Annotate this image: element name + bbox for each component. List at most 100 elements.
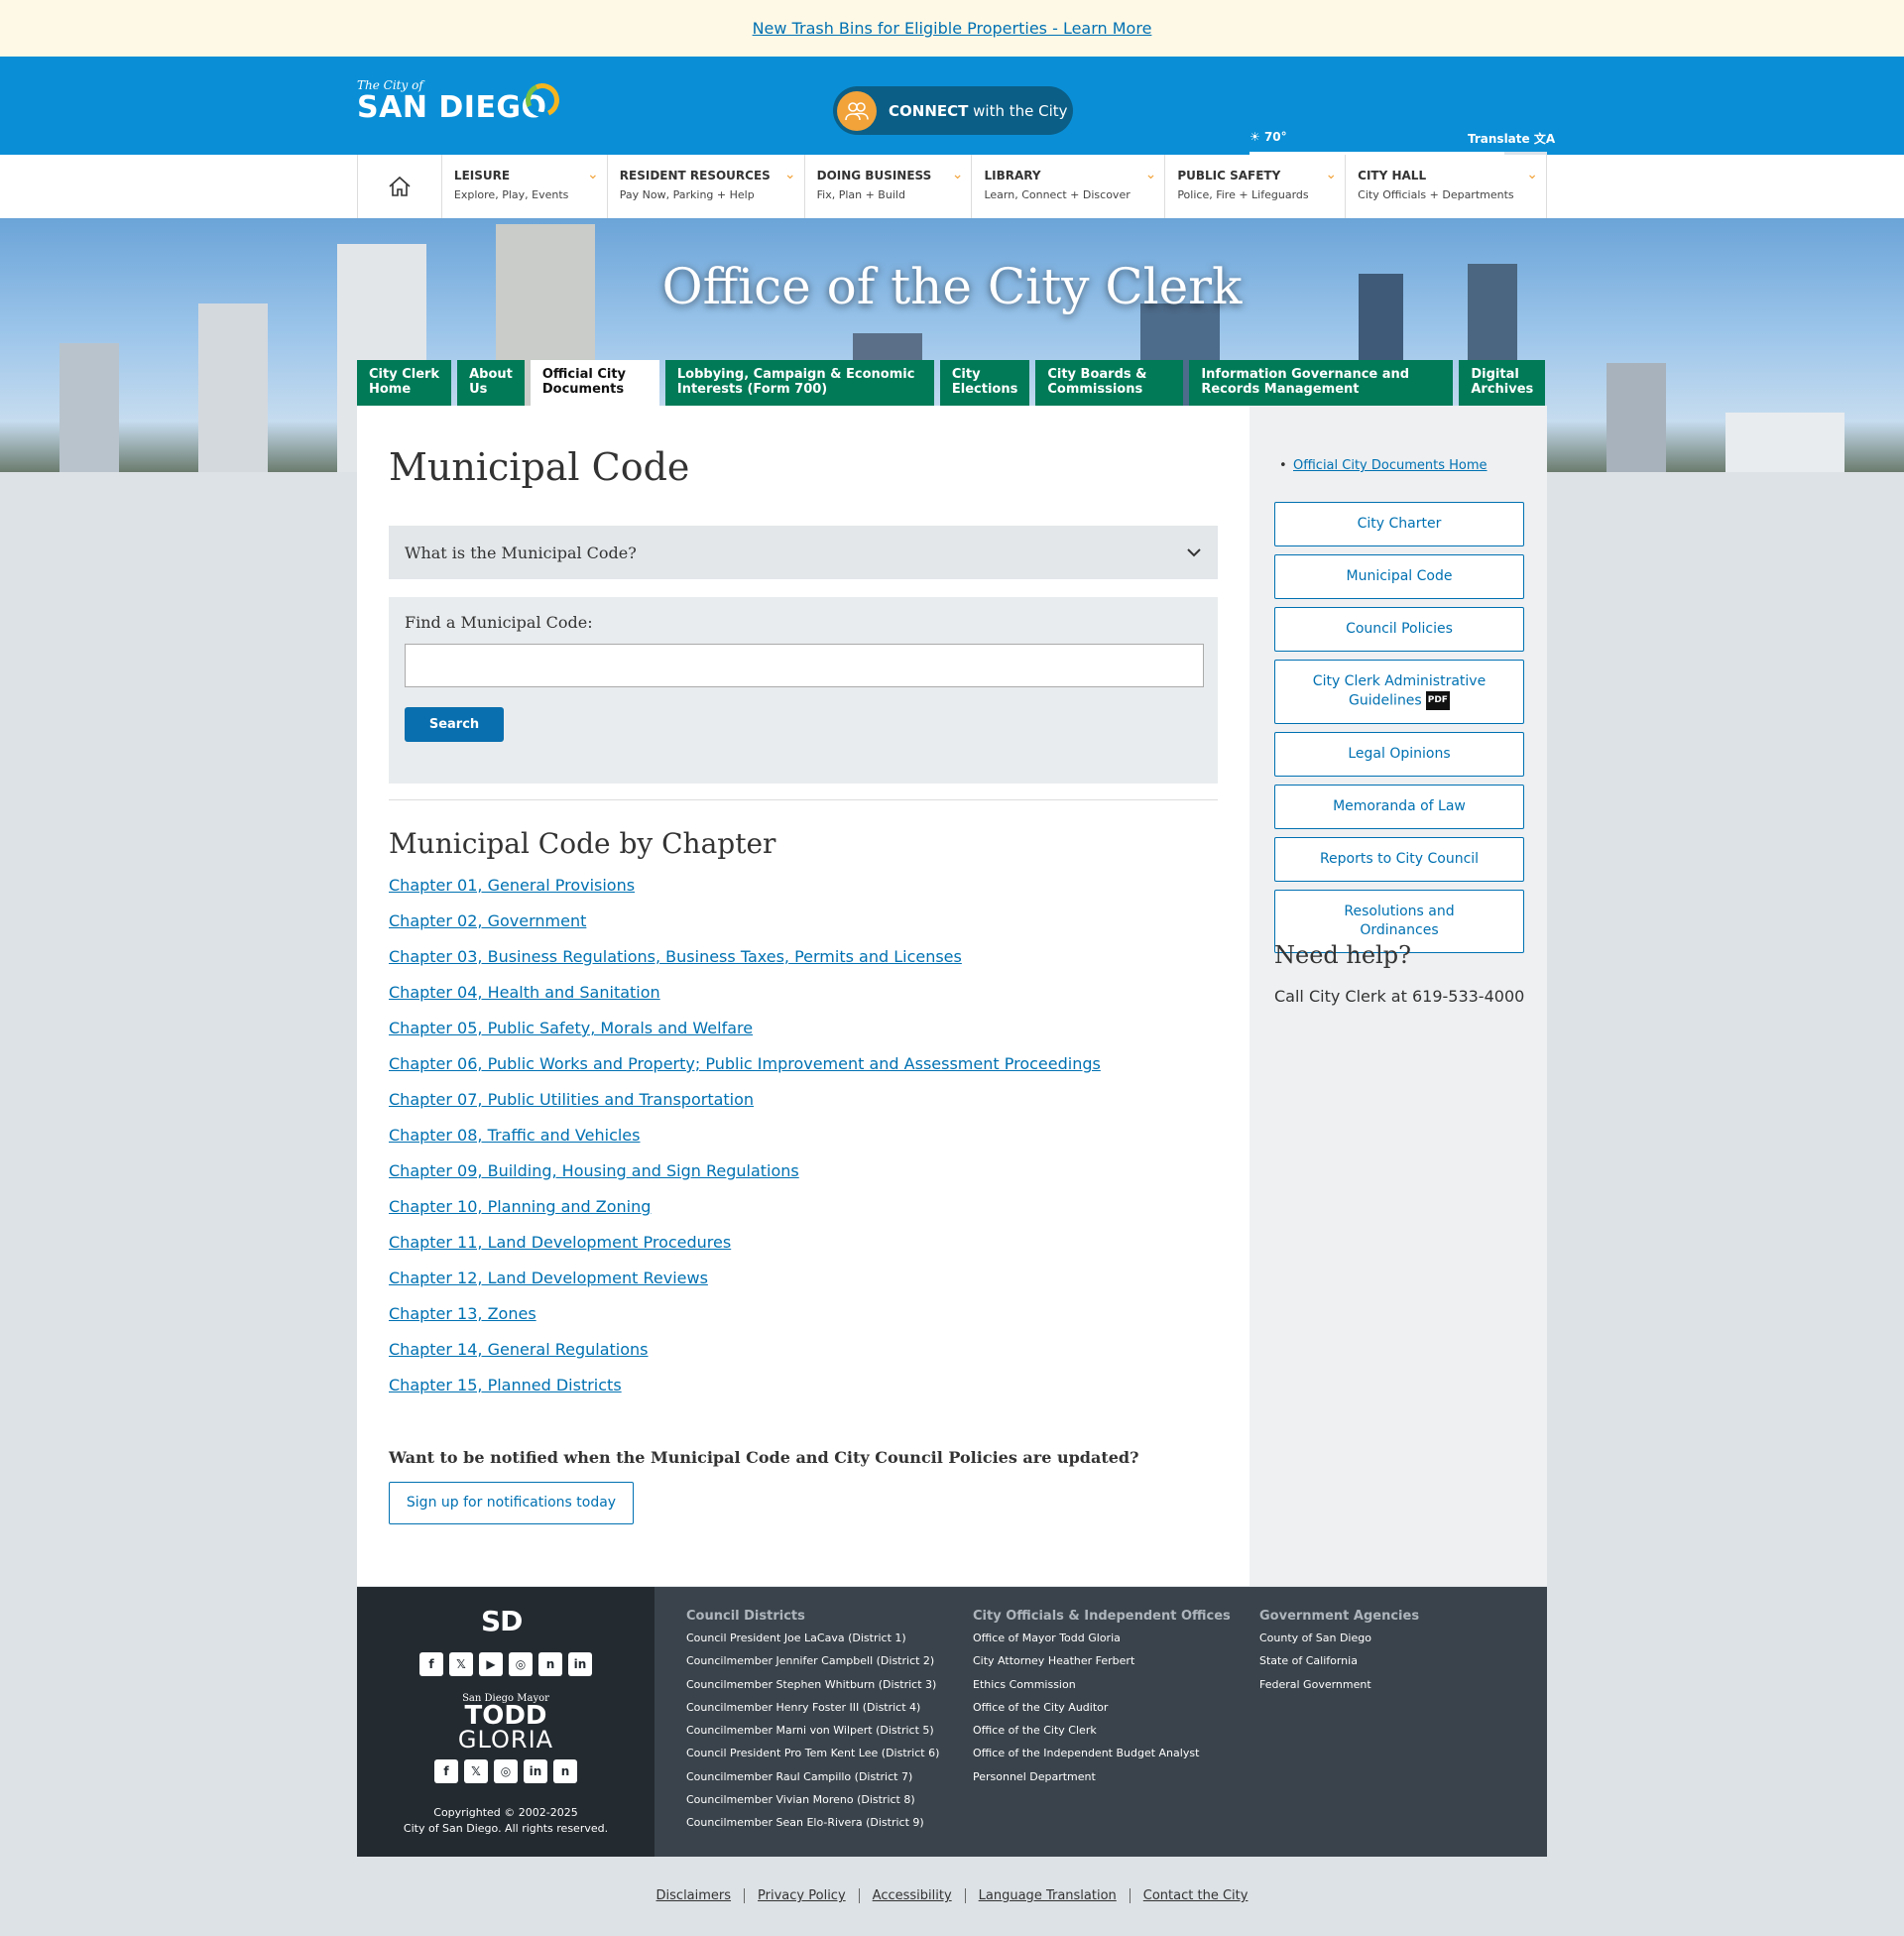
footer-link[interactable]: Councilmember Henry Foster III (District… (686, 1701, 939, 1724)
municipal-code-finder: Find a Municipal Code: Search (389, 597, 1218, 784)
list-item: Chapter 10, Planning and Zoning (389, 1197, 1101, 1233)
tab-information-governance[interactable]: Information Governance and Records Manage… (1189, 360, 1454, 406)
admin-guidelines-button[interactable]: City Clerk Administrative Guidelines PDF (1274, 660, 1524, 724)
youtube-icon[interactable]: ▶ (479, 1652, 503, 1676)
chapter-link[interactable]: Chapter 01, General Provisions (389, 876, 635, 895)
x-icon[interactable]: 𝕏 (449, 1652, 473, 1676)
chapter-link[interactable]: Chapter 15, Planned Districts (389, 1376, 622, 1394)
facebook-icon[interactable]: f (419, 1652, 443, 1676)
footer-col-council-districts: Council Districts Council President Joe … (686, 1609, 939, 1840)
chapter-link[interactable]: Chapter 14, General Regulations (389, 1340, 649, 1359)
footer-link[interactable]: Councilmember Sean Elo-Rivera (District … (686, 1816, 939, 1839)
tab-official-city-documents[interactable]: Official City Documents (530, 360, 659, 406)
nextdoor-icon[interactable]: n (538, 1652, 562, 1676)
language-translation-link[interactable]: Language Translation (966, 1888, 1130, 1903)
tab-city-clerk-home[interactable]: City Clerk Home (357, 360, 452, 406)
translate-button[interactable]: Translate 文A (1468, 130, 1555, 147)
footer-link[interactable]: City Attorney Heather Ferbert (973, 1654, 1231, 1677)
sidebar-home-item: Official City Documents Home (1279, 458, 1488, 473)
footer-link[interactable]: Ethics Commission (973, 1678, 1231, 1701)
home-button[interactable] (358, 155, 442, 218)
chapter-link[interactable]: Chapter 11, Land Development Procedures (389, 1233, 731, 1252)
chapter-link[interactable]: Chapter 02, Government (389, 911, 586, 930)
footer-link[interactable]: State of California (1259, 1654, 1419, 1677)
tab-lobbying[interactable]: Lobbying, Campaign & Economic Interests (… (664, 360, 934, 406)
accordion-what-is-municipal-code[interactable]: What is the Municipal Code? (389, 526, 1218, 579)
chapter-heading: Municipal Code by Chapter (389, 827, 776, 860)
translate-icon: 文A (1533, 132, 1556, 146)
skyline-building (1726, 413, 1844, 472)
list-item: Chapter 04, Health and Sanitation (389, 983, 1101, 1019)
alert-link[interactable]: New Trash Bins for Eligible Properties -… (753, 19, 1152, 38)
need-help-heading: Need help? (1274, 941, 1411, 969)
chapter-link[interactable]: Chapter 04, Health and Sanitation (389, 983, 660, 1002)
municipal-code-button[interactable]: Municipal Code (1274, 554, 1524, 599)
bottom-links: Disclaimers Privacy Policy Accessibility… (0, 1888, 1904, 1903)
city-charter-button[interactable]: City Charter (1274, 502, 1524, 546)
nav-library[interactable]: LIBRARY Learn, Connect + Discover ⌄ (972, 155, 1166, 218)
footer-link[interactable]: Council President Joe LaCava (District 1… (686, 1632, 939, 1654)
footer-link[interactable]: Councilmember Raul Campillo (District 7) (686, 1770, 939, 1793)
nav-leisure[interactable]: LEISURE Explore, Play, Events ⌄ (442, 155, 608, 218)
chapter-link[interactable]: Chapter 05, Public Safety, Morals and We… (389, 1019, 753, 1037)
instagram-icon[interactable]: ◎ (494, 1759, 518, 1783)
nav-public-safety[interactable]: PUBLIC SAFETY Police, Fire + Lifeguards … (1165, 155, 1347, 218)
footer-link[interactable]: Council President Pro Tem Kent Lee (Dist… (686, 1747, 939, 1769)
contact-city-link[interactable]: Contact the City (1130, 1888, 1261, 1903)
nav-resident-resources[interactable]: RESIDENT RESOURCES Pay Now, Parking + He… (608, 155, 805, 218)
tab-city-boards[interactable]: City Boards & Commissions (1035, 360, 1184, 406)
nav-doing-business[interactable]: DOING BUSINESS Fix, Plan + Build ⌄ (805, 155, 973, 218)
nextdoor-icon[interactable]: n (553, 1759, 577, 1783)
nav-city-hall[interactable]: CITY HALL City Officials + Departments ⌄ (1346, 155, 1547, 218)
footer-link[interactable]: Personnel Department (973, 1770, 1231, 1793)
footer-link[interactable]: County of San Diego (1259, 1632, 1419, 1654)
connect-button[interactable]: CONNECT with the City (833, 86, 1073, 135)
home-icon (389, 176, 411, 196)
memoranda-button[interactable]: Memoranda of Law (1274, 784, 1524, 829)
instagram-icon[interactable]: ◎ (509, 1652, 533, 1676)
list-item: Chapter 02, Government (389, 911, 1101, 947)
list-item: Chapter 08, Traffic and Vehicles (389, 1126, 1101, 1161)
skyline-building (1606, 363, 1666, 472)
footer-link[interactable]: Office of Mayor Todd Gloria (973, 1632, 1231, 1654)
footer-link[interactable]: Councilmember Stephen Whitburn (District… (686, 1678, 939, 1701)
disclaimers-link[interactable]: Disclaimers (644, 1888, 746, 1903)
footer-link[interactable]: Office of the City Auditor (973, 1701, 1231, 1724)
chapter-link[interactable]: Chapter 03, Business Regulations, Busine… (389, 947, 962, 966)
search-submit-button[interactable]: Search (405, 707, 504, 742)
linkedin-icon[interactable]: in (524, 1759, 547, 1783)
footer-link[interactable]: Councilmember Vivian Moreno (District 8) (686, 1793, 939, 1816)
council-policies-button[interactable]: Council Policies (1274, 607, 1524, 652)
chapter-link[interactable]: Chapter 10, Planning and Zoning (389, 1197, 651, 1216)
facebook-icon[interactable]: f (434, 1759, 458, 1783)
x-icon[interactable]: 𝕏 (464, 1759, 488, 1783)
municipal-code-input[interactable] (405, 644, 1204, 687)
footer-link[interactable]: Office of the City Clerk (973, 1724, 1231, 1747)
footer-link[interactable]: Office of the Independent Budget Analyst (973, 1747, 1231, 1769)
tab-about-us[interactable]: About Us (457, 360, 525, 406)
main-content: Municipal Code What is the Municipal Cod… (357, 406, 1250, 1586)
tab-digital-archives[interactable]: Digital Archives (1459, 360, 1546, 406)
city-logo[interactable]: The City of SAN DIEGO (357, 78, 564, 125)
official-documents-home-link[interactable]: Official City Documents Home (1293, 458, 1488, 473)
chevron-down-icon: ⌄ (1144, 167, 1157, 182)
chapter-link[interactable]: Chapter 09, Building, Housing and Sign R… (389, 1161, 799, 1180)
footer-link[interactable]: Councilmember Marni von Wilpert (Distric… (686, 1724, 939, 1747)
linkedin-icon[interactable]: in (568, 1652, 592, 1676)
tab-city-elections[interactable]: City Elections (939, 360, 1030, 406)
pdf-icon: PDF (1425, 691, 1450, 710)
footer-link[interactable]: Councilmember Jennifer Campbell (Distric… (686, 1654, 939, 1677)
chapter-link[interactable]: Chapter 13, Zones (389, 1304, 536, 1323)
chapter-link[interactable]: Chapter 06, Public Works and Property; P… (389, 1054, 1101, 1073)
chapter-link[interactable]: Chapter 08, Traffic and Vehicles (389, 1126, 640, 1145)
accessibility-link[interactable]: Accessibility (860, 1888, 966, 1903)
footer: SD f 𝕏 ▶ ◎ n in San Diego Mayor TODD GLO… (357, 1587, 1547, 1857)
footer-link[interactable]: Federal Government (1259, 1678, 1419, 1701)
reports-button[interactable]: Reports to City Council (1274, 836, 1524, 882)
city-social-links: f 𝕏 ▶ ◎ n in (357, 1652, 654, 1676)
chapter-link[interactable]: Chapter 12, Land Development Reviews (389, 1269, 708, 1287)
privacy-policy-link[interactable]: Privacy Policy (745, 1888, 860, 1903)
signup-button[interactable]: Sign up for notifications today (389, 1482, 634, 1524)
legal-opinions-button[interactable]: Legal Opinions (1274, 731, 1524, 777)
chapter-link[interactable]: Chapter 07, Public Utilities and Transpo… (389, 1090, 754, 1109)
